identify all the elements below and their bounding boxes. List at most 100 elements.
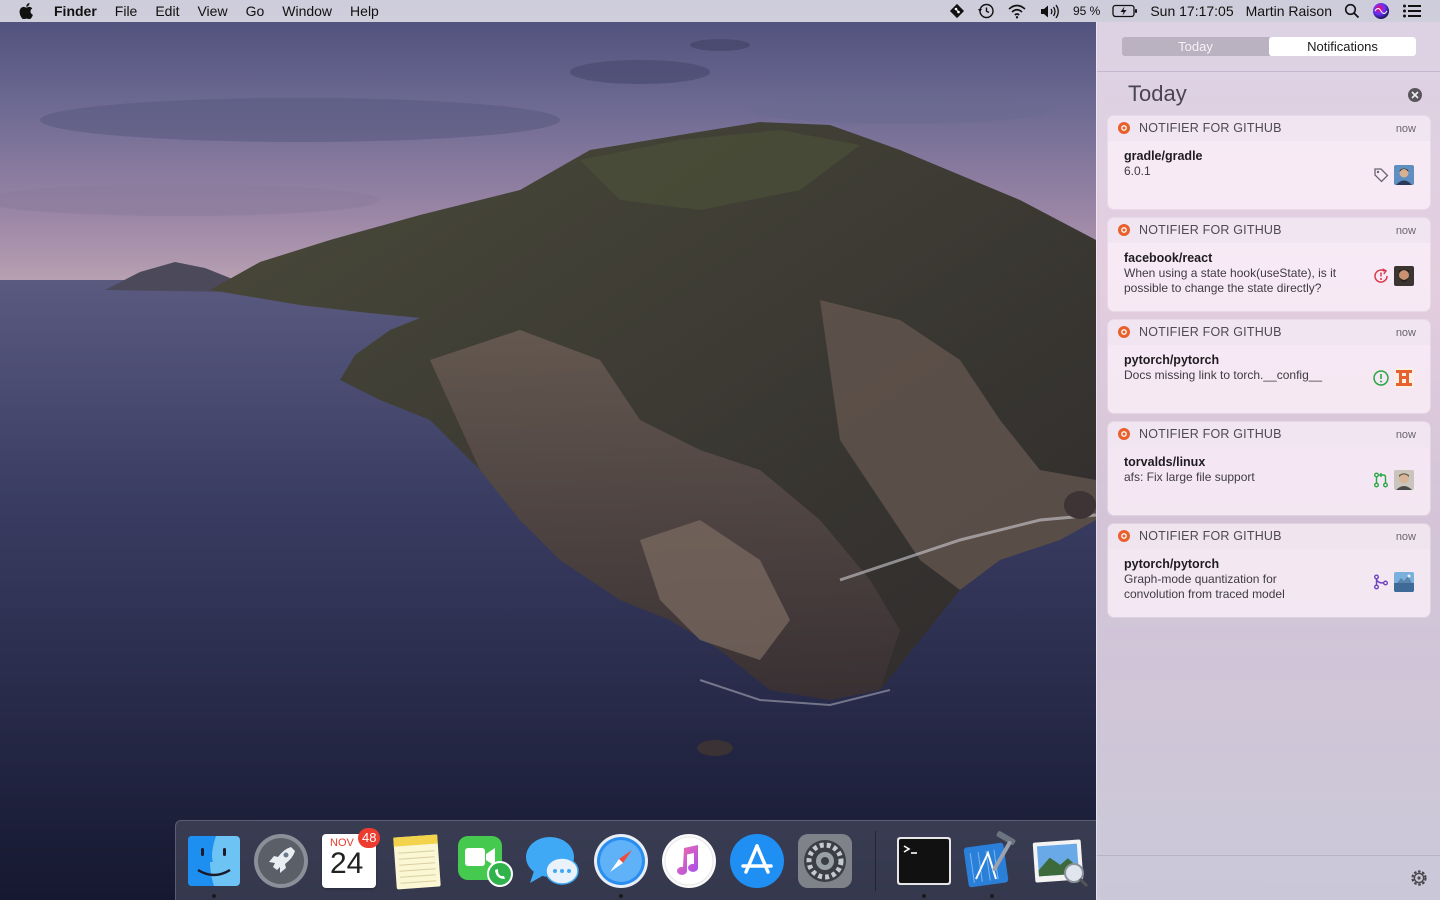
facetime-icon: [458, 836, 513, 887]
dock-finder[interactable]: [184, 831, 244, 891]
notification-text: Graph-mode quantization for convolution …: [1124, 572, 1285, 601]
xcode-icon: [963, 831, 1016, 888]
time-machine-icon[interactable]: [971, 0, 1001, 22]
section-title-today: Today: [1128, 81, 1187, 106]
dock: NOV 24 48: [175, 820, 1100, 900]
tabs-divider: [1097, 71, 1440, 72]
notification-app-name: NOTIFIER FOR GITHUB: [1139, 427, 1282, 441]
dock-separator: [875, 831, 876, 891]
notification-title: torvalds/linux: [1124, 455, 1206, 469]
clear-section-button[interactable]: [1408, 88, 1422, 102]
menu-window[interactable]: Window: [273, 0, 341, 22]
menu-help[interactable]: Help: [341, 0, 388, 22]
menu-app-finder[interactable]: Finder: [54, 0, 106, 22]
menu-file[interactable]: File: [106, 0, 147, 22]
dock-notes[interactable]: [387, 831, 447, 891]
github-notifier-app-icon: [1118, 326, 1130, 338]
dock-launchpad[interactable]: [251, 831, 311, 891]
battery-percent[interactable]: 95 %: [1067, 0, 1106, 22]
notification-title: pytorch/pytorch: [1124, 353, 1220, 367]
app-store-icon: [730, 834, 784, 888]
safari-icon: [594, 834, 648, 888]
notification-center-icon[interactable]: [1396, 0, 1428, 22]
tab-today[interactable]: Today: [1122, 37, 1269, 56]
tab-notifications[interactable]: Notifications: [1269, 37, 1416, 56]
finder-icon: [188, 836, 240, 886]
apple-logo-icon[interactable]: [19, 3, 35, 19]
avatar: [1394, 368, 1414, 388]
calendar-badge: 48: [358, 828, 381, 848]
dock-safari-running-dot: [619, 894, 623, 898]
tag-icon: [1372, 166, 1390, 184]
pull-request-icon: [1372, 471, 1390, 489]
close-icon: [1411, 91, 1419, 99]
issue-reopened-icon: [1372, 267, 1390, 285]
dock-itunes[interactable]: [659, 831, 719, 891]
notification-app-name: NOTIFIER FOR GITHUB: [1139, 121, 1282, 135]
calendar-day: 24: [330, 847, 364, 880]
notification-center-tabs: Today Notifications: [1122, 37, 1416, 56]
notification-card[interactable]: NOTIFIER FOR GITHUB now torvalds/linux a…: [1108, 422, 1430, 515]
notification-card[interactable]: NOTIFIER FOR GITHUB now pytorch/pytorch …: [1108, 320, 1430, 413]
menu-edit[interactable]: Edit: [146, 0, 188, 22]
avatar: [1394, 572, 1414, 592]
menu-view[interactable]: View: [188, 0, 236, 22]
dock-app-store[interactable]: [727, 831, 787, 891]
dock-finder-running-dot: [212, 894, 216, 898]
notification-time: now: [1395, 429, 1416, 441]
bottom-divider: [1097, 855, 1440, 856]
menu-bar: Finder File Edit View Go Window Help 95 …: [0, 0, 1440, 22]
menubar-clock[interactable]: Sun 17:17:05: [1144, 0, 1239, 22]
gear-icon: [1411, 870, 1427, 886]
messages-icon: [526, 837, 579, 885]
notification-header: NOTIFIER FOR GITHUB now: [1108, 320, 1430, 345]
notification-app-name: NOTIFIER FOR GITHUB: [1139, 529, 1282, 543]
merged-icon: [1372, 573, 1390, 591]
github-notifier-app-icon: [1118, 428, 1130, 440]
notification-card[interactable]: NOTIFIER FOR GITHUB now gradle/gradle 6.…: [1108, 116, 1430, 209]
volume-icon[interactable]: [1033, 0, 1067, 22]
dock-messages[interactable]: [523, 831, 583, 891]
battery-charging-icon[interactable]: [1106, 0, 1144, 22]
avatar: [1394, 165, 1414, 185]
notification-time: now: [1395, 327, 1416, 339]
notification-app-name: NOTIFIER FOR GITHUB: [1139, 223, 1282, 237]
dock-preview[interactable]: [1030, 831, 1090, 891]
avatar: [1394, 266, 1414, 286]
notification-card[interactable]: NOTIFIER FOR GITHUB now pytorch/pytorch …: [1108, 524, 1430, 617]
siri-icon[interactable]: [1366, 0, 1396, 22]
notification-title: gradle/gradle: [1124, 149, 1203, 163]
notification-time: now: [1395, 531, 1416, 543]
notification-center: Today Notifications Today NOTIFIER FOR G…: [1096, 22, 1440, 900]
dock-safari[interactable]: [591, 831, 651, 891]
github-notifier-app-icon: [1118, 530, 1130, 542]
system-preferences-icon: [798, 834, 852, 888]
notification-title: pytorch/pytorch: [1124, 557, 1220, 571]
notes-icon: [393, 834, 441, 890]
notification-time: now: [1395, 225, 1416, 237]
notification-header: NOTIFIER FOR GITHUB now: [1108, 116, 1430, 141]
notification-settings-button[interactable]: [1409, 868, 1429, 888]
menu-go[interactable]: Go: [237, 0, 274, 22]
github-notifier-app-icon: [1118, 224, 1130, 236]
notification-card[interactable]: NOTIFIER FOR GITHUB now facebook/react W…: [1108, 218, 1430, 311]
notification-app-name: NOTIFIER FOR GITHUB: [1139, 325, 1282, 339]
dock-facetime[interactable]: [455, 831, 515, 891]
dock-xcode-running-dot: [990, 894, 994, 898]
wifi-icon[interactable]: [1001, 0, 1033, 22]
calendar-icon: NOV 24 48: [322, 828, 381, 888]
notification-title: facebook/react: [1124, 251, 1213, 265]
git-diamond-icon[interactable]: [943, 0, 971, 22]
notification-time: now: [1395, 123, 1416, 135]
preview-icon: [1032, 839, 1089, 888]
dock-terminal[interactable]: [894, 831, 954, 891]
dock-calendar[interactable]: NOV 24 48: [319, 828, 381, 891]
menubar-user-name[interactable]: Martin Raison: [1240, 0, 1338, 22]
dock-system-preferences[interactable]: [795, 831, 855, 891]
notification-header: NOTIFIER FOR GITHUB now: [1108, 218, 1430, 243]
dock-xcode[interactable]: [962, 831, 1022, 891]
notification-text: When using a state hook(useState), is it…: [1124, 266, 1337, 295]
spotlight-search-icon[interactable]: [1338, 0, 1366, 22]
notification-text: 6.0.1: [1124, 164, 1151, 178]
notification-header: NOTIFIER FOR GITHUB now: [1108, 422, 1430, 447]
